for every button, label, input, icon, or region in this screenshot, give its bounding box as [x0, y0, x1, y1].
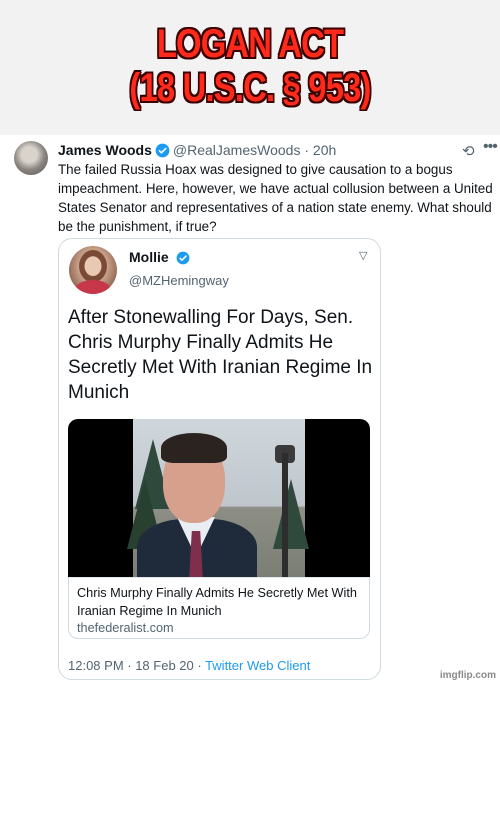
meme-title: LOGAN ACT (18 U.S.C. § 953)	[0, 22, 500, 110]
imgflip-watermark: imgflip.com	[439, 670, 496, 681]
quoted-tweet-card[interactable]: Mollie @MZHemingway ▽ After Stonewalling…	[58, 238, 381, 680]
quoted-author-avatar[interactable]	[69, 246, 117, 294]
verified-badge-icon	[176, 251, 190, 268]
quoted-tweet-timestamp: 12:08 PM · 18 Feb 20 · Twitter Web Clien…	[68, 658, 310, 673]
quoted-tweet-headline: After Stonewalling For Days, Sen. Chris …	[68, 307, 373, 403]
sync-icon[interactable]: ⟲	[462, 142, 475, 160]
meme-title-line-1: LOGAN ACT	[156, 22, 344, 66]
author-handle[interactable]: @RealJamesWoods	[173, 142, 301, 158]
timestamp-text[interactable]: 12:08 PM · 18 Feb 20 ·	[68, 658, 205, 673]
link-domain: thefederalist.com	[77, 621, 174, 635]
time-separator: ·	[304, 142, 310, 158]
tweet-text: The failed Russia Hoax was designed to g…	[58, 162, 493, 234]
more-options-icon[interactable]: •••	[483, 138, 498, 156]
link-preview[interactable]: Chris Murphy Finally Admits He Secretly …	[68, 419, 370, 817]
author-avatar[interactable]	[14, 141, 48, 175]
meme-title-line-2: (18 U.S.C. § 953)	[129, 66, 371, 110]
tweet-header: James Woods @RealJamesWoods · 20h	[58, 141, 336, 159]
client-name[interactable]: Twitter Web Client	[205, 658, 310, 673]
chevron-down-icon[interactable]: ▽	[359, 249, 367, 262]
article-photo[interactable]	[68, 419, 370, 577]
tweet-time[interactable]: 20h	[313, 142, 336, 158]
quoted-author-name[interactable]: Mollie	[129, 249, 193, 268]
author-name[interactable]: James Woods	[58, 142, 152, 158]
quoted-author-handle[interactable]: @MZHemingway	[129, 273, 229, 288]
link-card[interactable]: Chris Murphy Finally Admits He Secretly …	[68, 577, 370, 639]
link-title[interactable]: Chris Murphy Finally Admits He Secretly …	[77, 584, 365, 620]
